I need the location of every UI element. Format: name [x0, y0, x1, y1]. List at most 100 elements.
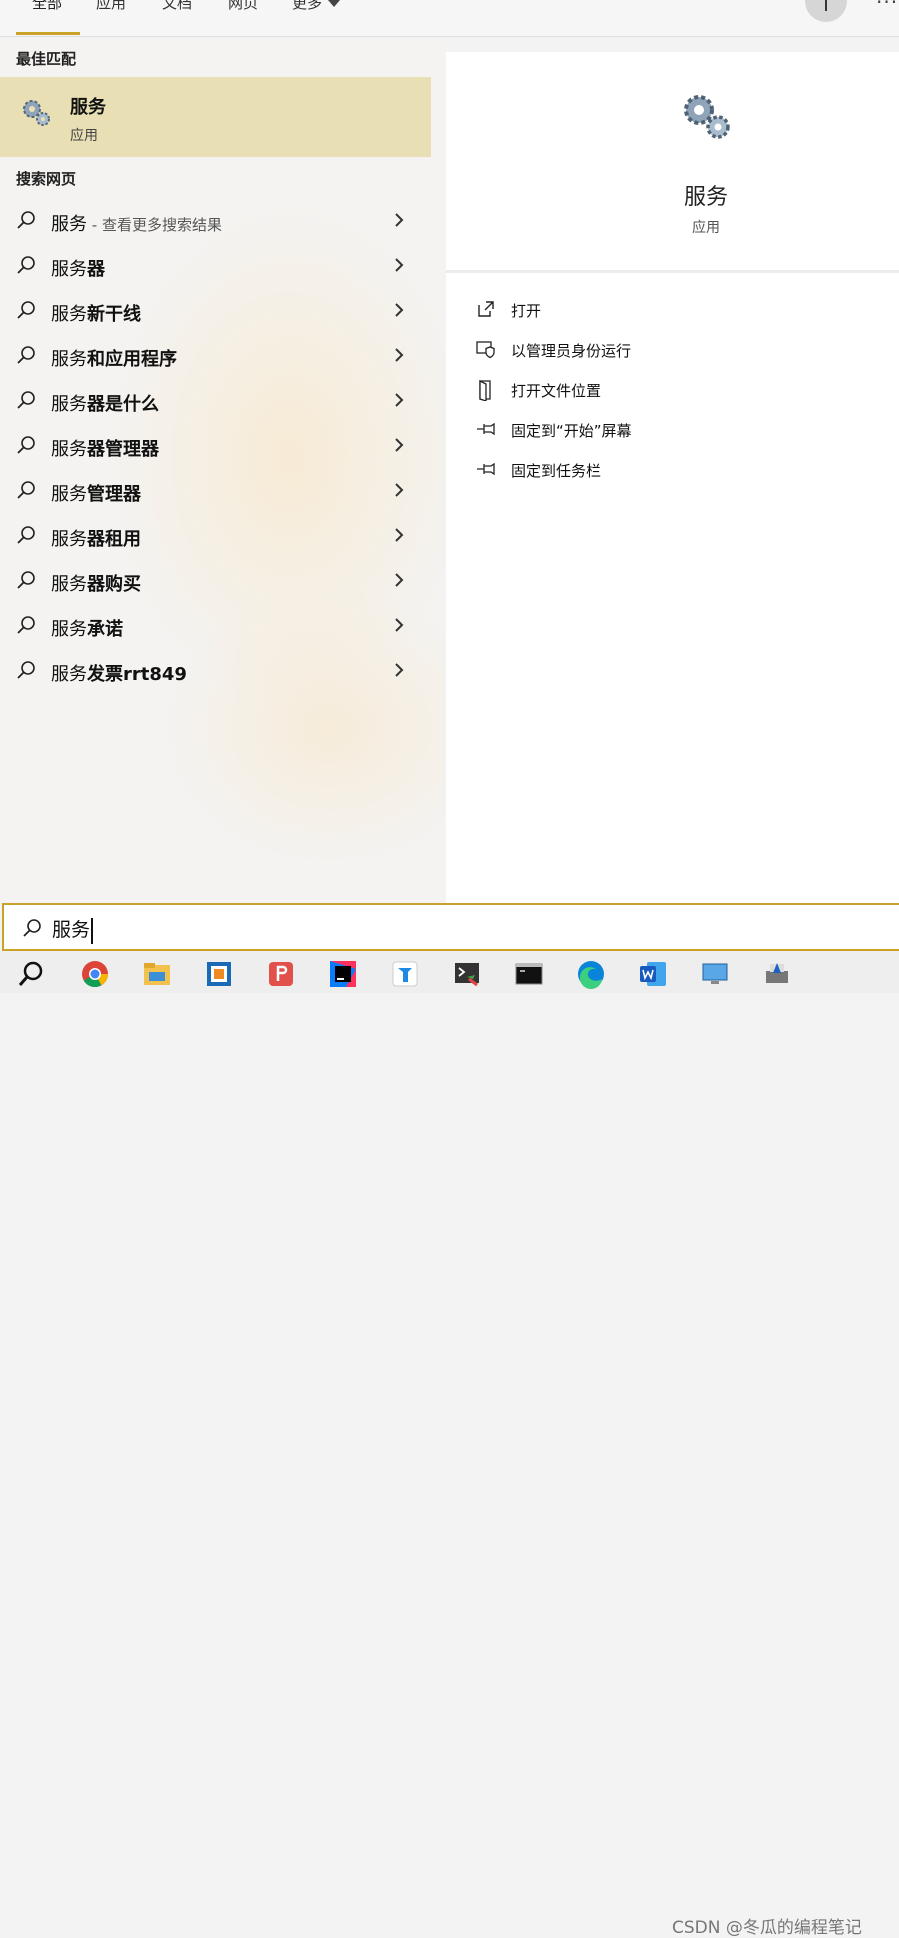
watermark: CSDN @冬瓜的编程笔记: [672, 1918, 862, 1938]
avatar[interactable]: T: [805, 0, 847, 22]
web-result-row[interactable]: 服务器是什么: [0, 378, 431, 423]
edge-icon[interactable]: [576, 959, 606, 989]
search-input-text: 服务: [52, 919, 91, 941]
web-result-label: 服务新干线: [51, 300, 141, 326]
action-pin-to-taskbar[interactable]: 固定到任务栏: [476, 455, 776, 485]
web-result-suggestion: 承诺: [87, 619, 123, 640]
web-result-label: 服务器: [51, 255, 105, 281]
chevron-right-icon[interactable]: [392, 617, 406, 633]
web-result-suggestion: 管理器: [87, 484, 141, 505]
web-result-row[interactable]: 服务新干线: [0, 288, 431, 333]
cmd-icon[interactable]: [514, 959, 544, 989]
chevron-right-icon[interactable]: [392, 302, 406, 318]
web-search-title: 搜索网页: [16, 170, 77, 188]
search-icon: [17, 481, 35, 499]
tab-more[interactable]: 更多: [292, 0, 341, 13]
preview-app-name: 服务: [683, 185, 728, 210]
web-result-row[interactable]: 服务发票rrt849: [0, 648, 431, 693]
search-input[interactable]: 服务: [52, 915, 94, 944]
tab-web[interactable]: 网页: [228, 0, 258, 13]
virtualbox-icon[interactable]: [204, 959, 234, 989]
action-run-as-admin[interactable]: 以管理员身份运行: [476, 335, 776, 365]
file-location-icon: [479, 379, 491, 401]
action-pin-to-start-label: 固定到“开始”屏幕: [511, 422, 632, 440]
preview-panel: 服务 应用 打开 以管理员身份运行 打开文件位置 固定到“开始”屏幕 固定到任务…: [446, 52, 899, 903]
preview-app-type: 应用: [692, 220, 720, 236]
tab-apps[interactable]: 应用: [96, 0, 126, 13]
action-run-as-admin-label: 以管理员身份运行: [511, 342, 632, 360]
search-icon: [17, 526, 35, 544]
web-result-prefix: 服务: [51, 484, 87, 505]
web-result-label: 服务器租用: [51, 525, 141, 551]
web-result-label: 服务器购买: [51, 570, 141, 596]
search-icon: [23, 919, 41, 937]
web-result-row[interactable]: 服务和应用程序: [0, 333, 431, 378]
pin-icon: [477, 462, 495, 476]
filter-tabs: 全部 应用 文档 网页 更多 T ···: [0, 0, 899, 37]
chevron-right-icon[interactable]: [392, 347, 406, 363]
tab-all[interactable]: 全部: [32, 0, 62, 13]
web-result-row[interactable]: 服务管理器: [0, 468, 431, 513]
search-icon: [17, 256, 35, 274]
chevron-right-icon[interactable]: [392, 212, 406, 228]
web-result-row[interactable]: 服务器购买: [0, 558, 431, 603]
pin-icon: [477, 422, 495, 436]
web-result-prefix: 服务: [51, 259, 87, 280]
best-match-type: 应用: [70, 128, 98, 144]
remote-desktop-icon[interactable]: [700, 959, 730, 989]
search-icon: [17, 571, 35, 589]
best-match-name: 服务: [70, 97, 106, 118]
web-result-row[interactable]: 服务器租用: [0, 513, 431, 558]
web-result-label: 服务和应用程序: [51, 345, 177, 371]
web-result-row[interactable]: 服务承诺: [0, 603, 431, 648]
chevron-right-icon[interactable]: [392, 482, 406, 498]
action-open-label: 打开: [511, 302, 542, 320]
taskbar: CSDN @冬瓜的编程笔记: [0, 951, 899, 1938]
wps-pdf-icon[interactable]: [266, 959, 296, 989]
web-result-suggestion: 器购买: [87, 574, 141, 595]
web-result-prefix: 服务: [51, 394, 87, 415]
intellij-icon[interactable]: [328, 959, 358, 989]
search-icon: [17, 616, 35, 634]
web-result-row[interactable]: 服务 - 查看更多搜索结果: [0, 198, 431, 243]
action-open[interactable]: 打开: [476, 295, 776, 325]
text-cursor: [91, 917, 94, 944]
web-result-subtext: - 查看更多搜索结果: [87, 216, 222, 234]
terminal-app-icon[interactable]: [452, 959, 482, 989]
chrome-icon[interactable]: [80, 959, 110, 989]
web-result-prefix: 服务: [51, 304, 87, 325]
search-box[interactable]: 服务: [2, 903, 899, 951]
file-explorer-icon[interactable]: [142, 959, 172, 989]
action-pin-to-start[interactable]: 固定到“开始”屏幕: [476, 415, 776, 445]
chevron-right-icon[interactable]: [392, 662, 406, 678]
web-result-prefix: 服务: [51, 214, 87, 235]
best-match-item[interactable]: 服务 应用: [0, 77, 431, 157]
search-icon: [17, 211, 35, 229]
web-result-suggestion: 器管理器: [87, 439, 159, 460]
web-result-row[interactable]: 服务器管理器: [0, 423, 431, 468]
search-icon: [17, 436, 35, 454]
web-result-label: 服务承诺: [51, 615, 123, 641]
shield-icon: [476, 341, 495, 359]
word-icon[interactable]: [638, 959, 668, 989]
web-result-prefix: 服务: [51, 529, 87, 550]
chevron-right-icon[interactable]: [392, 527, 406, 543]
printer-icon[interactable]: [762, 959, 792, 989]
tab-documents[interactable]: 文档: [162, 0, 192, 13]
gears-icon: [684, 95, 730, 139]
web-result-suggestion: 新干线: [87, 304, 141, 325]
web-result-label: 服务器管理器: [51, 435, 159, 461]
results-panel: 最佳匹配 服务 应用 搜索网页 服务 - 查看更多搜索结果 服务器 服务新干线 服务和…: [0, 37, 445, 903]
action-open-file-location[interactable]: 打开文件位置: [476, 375, 776, 405]
chevron-right-icon[interactable]: [392, 572, 406, 588]
chevron-right-icon[interactable]: [392, 392, 406, 408]
web-result-prefix: 服务: [51, 574, 87, 595]
search-icon[interactable]: [16, 959, 46, 989]
action-pin-to-taskbar-label: 固定到任务栏: [511, 462, 602, 480]
typora-icon[interactable]: [390, 959, 420, 989]
web-result-suggestion: 发票rrt849: [87, 664, 187, 685]
web-result-row[interactable]: 服务器: [0, 243, 431, 288]
chevron-right-icon[interactable]: [392, 437, 406, 453]
chevron-right-icon[interactable]: [392, 257, 406, 273]
more-options-icon[interactable]: ···: [876, 0, 898, 14]
